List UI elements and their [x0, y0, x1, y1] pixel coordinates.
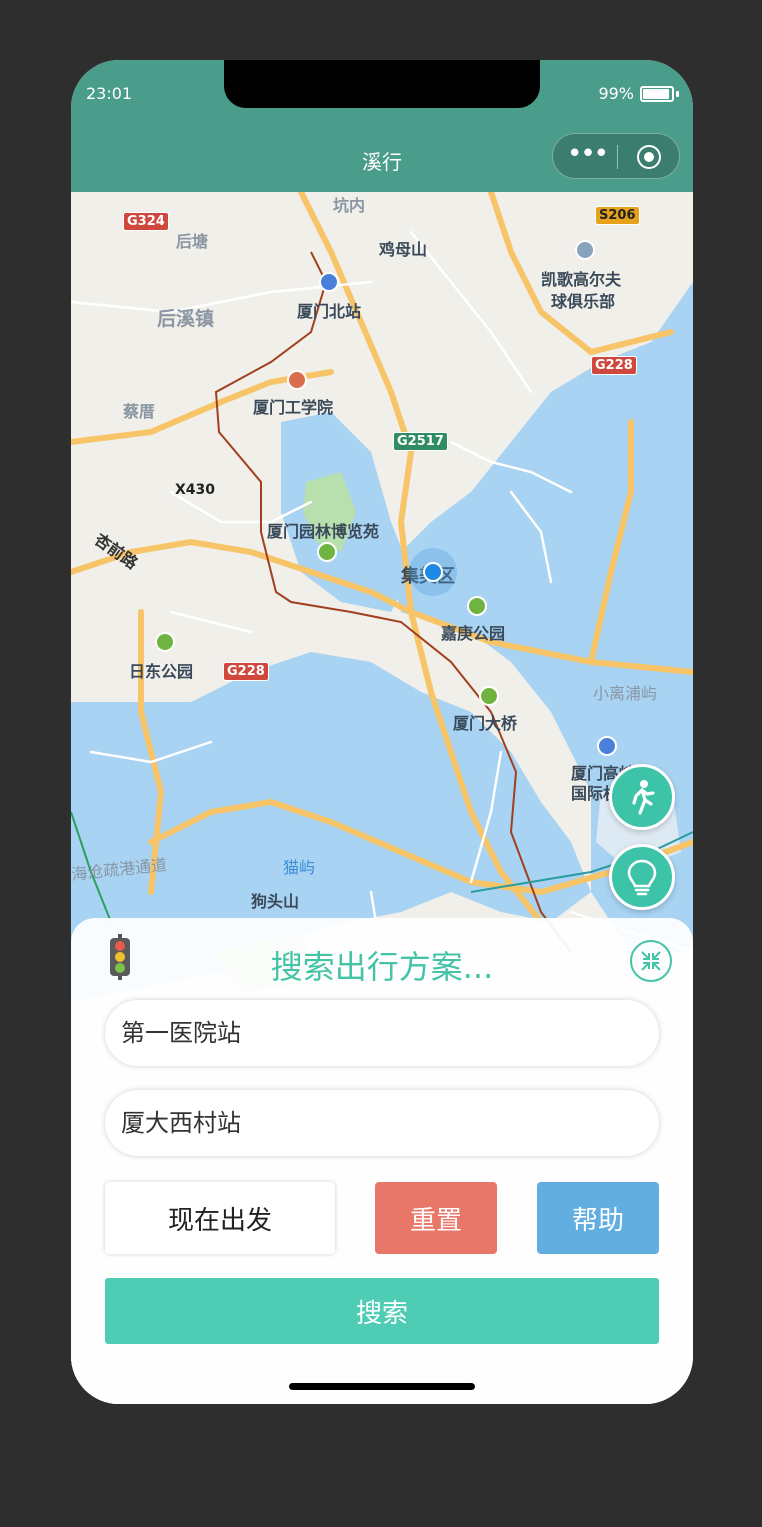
walk-button[interactable]	[609, 764, 675, 830]
road-shield: G228	[591, 356, 637, 375]
panel-title: 搜索出行方案...	[270, 948, 494, 986]
school-icon	[287, 370, 307, 390]
park-icon	[467, 596, 487, 616]
map-label: 坑内	[333, 196, 366, 215]
map-label: 凯歌高尔夫	[541, 270, 622, 289]
depart-time-button[interactable]: 现在出发	[105, 1182, 335, 1254]
map-label: 小离浦屿	[593, 684, 658, 703]
help-button[interactable]: 帮助	[537, 1182, 659, 1254]
map-label: 嘉庚公园	[441, 624, 506, 643]
map-label: 猫屿	[283, 858, 316, 877]
map-label: 厦门北站	[297, 302, 362, 321]
more-dots-icon[interactable]: •••	[567, 141, 609, 167]
map-label: 厦门园林博览苑	[267, 522, 380, 541]
map-label: X430	[175, 482, 216, 498]
battery-icon	[640, 85, 674, 102]
destination-input[interactable]: 厦大西村站	[105, 1090, 659, 1156]
map-label: 狗头山	[251, 892, 300, 911]
road-shield: S206	[595, 206, 640, 225]
station-icon	[319, 272, 339, 292]
map-label: 厦门大桥	[453, 714, 518, 733]
map-label: 后溪镇	[157, 308, 215, 330]
walk-icon	[632, 780, 655, 815]
map-label: 鸡母山	[379, 240, 428, 259]
map-label: 后塘	[176, 232, 209, 251]
park-icon	[317, 542, 337, 562]
reset-button[interactable]: 重置	[375, 1182, 497, 1254]
target-icon[interactable]	[637, 145, 661, 169]
tree-icon	[155, 632, 175, 652]
map-label: 蔡厝	[123, 402, 156, 421]
collapse-icon	[641, 951, 661, 971]
origin-input[interactable]: 第一医院站	[105, 1000, 659, 1066]
traffic-light-icon	[110, 934, 130, 980]
map-label: 球俱乐部	[551, 292, 616, 311]
home-indicator[interactable]	[289, 1383, 475, 1390]
collapse-button[interactable]	[630, 940, 672, 982]
airport-icon	[597, 736, 617, 756]
road-shield: G228	[223, 662, 269, 681]
search-button[interactable]: 搜索	[105, 1278, 659, 1344]
lightbulb-icon	[627, 859, 657, 896]
status-battery: 99%	[598, 84, 679, 103]
golf-icon	[575, 240, 595, 260]
current-location-icon	[423, 562, 443, 582]
notch	[224, 60, 540, 108]
park-icon	[479, 686, 499, 706]
map-label: 日东公园	[129, 662, 194, 681]
road-shield: G2517	[393, 432, 448, 451]
search-panel: 搜索出行方案... 第一医院站 厦大西村站 现在出发 重置 帮助 搜索	[71, 918, 693, 1404]
tips-button[interactable]	[609, 844, 675, 910]
phone-frame: 23:01 99% 溪行 ••• 坑内 后塘 鸡母山 凯歌高尔夫 球俱乐部 厦门…	[71, 60, 693, 1404]
status-time: 23:01	[86, 84, 133, 103]
battery-percent: 99%	[598, 84, 634, 103]
map-label: 厦门工学院	[253, 398, 334, 417]
road-shield: G324	[123, 212, 169, 231]
miniprogram-capsule: •••	[552, 133, 680, 179]
